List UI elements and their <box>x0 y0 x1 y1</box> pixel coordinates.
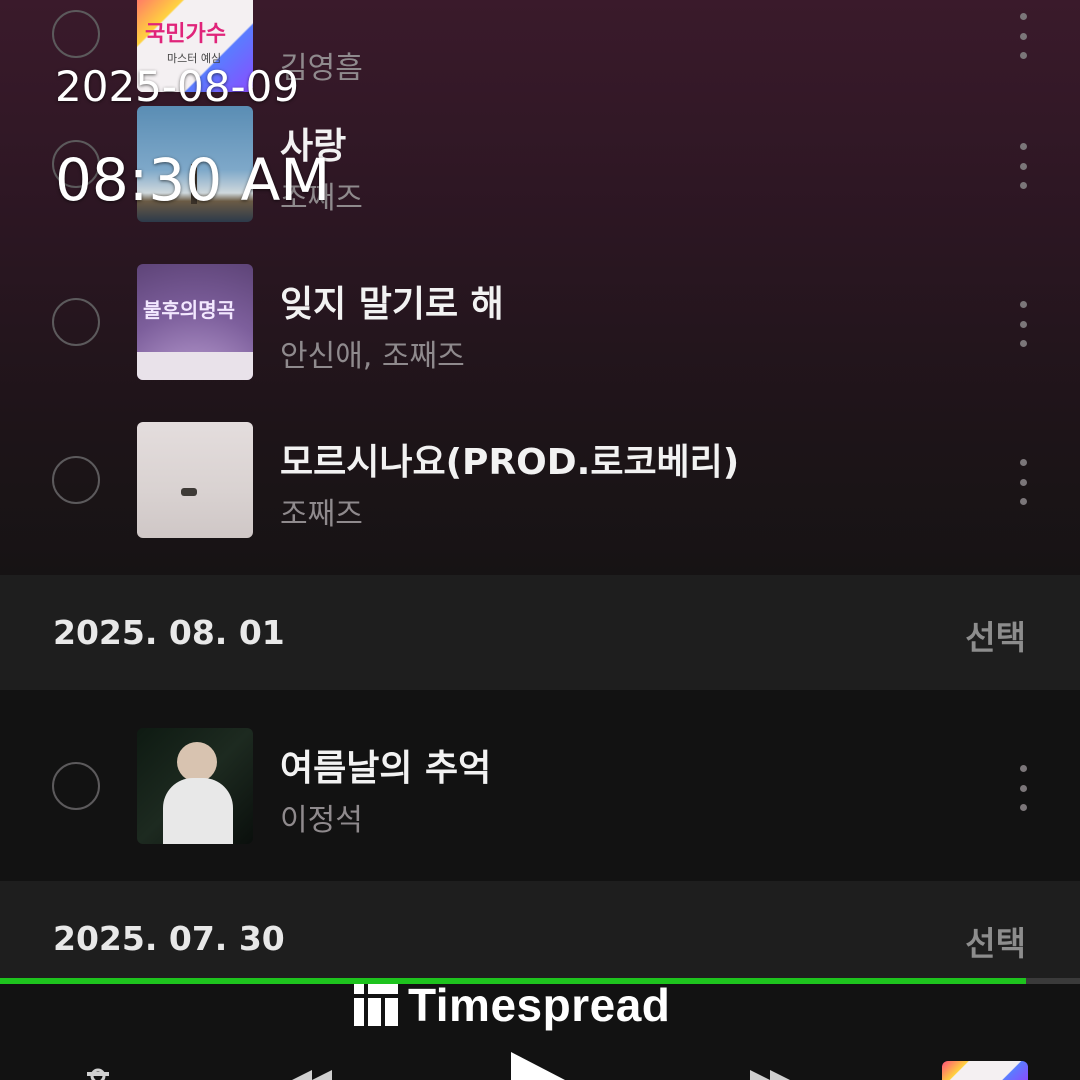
song-artist: 조째즈 <box>280 497 363 532</box>
cover-title: 국민가수 <box>145 22 226 47</box>
more-options-icon[interactable] <box>1008 765 1038 811</box>
more-options-icon[interactable] <box>1008 301 1038 347</box>
select-checkbox[interactable] <box>52 762 100 810</box>
album-thumbnail[interactable] <box>942 1061 1028 1080</box>
select-button[interactable]: 선택 <box>965 917 1026 965</box>
album-cover: 불후의명곡 <box>137 264 253 380</box>
song-artist: 안신애, 조째즈 <box>280 339 465 374</box>
song-title: 모르시나요(PROD.로코베리) <box>280 442 740 483</box>
song-title: 여름날의 추억 <box>280 748 492 789</box>
play-icon[interactable] <box>505 1050 575 1080</box>
section-date: 2025. 07. 30 <box>53 919 285 958</box>
section-date: 2025. 08. 01 <box>53 613 285 652</box>
brand-watermark: Timespread <box>354 979 670 1031</box>
cover-title: 불후의명곡 <box>143 298 235 322</box>
more-options-icon[interactable] <box>1008 143 1038 189</box>
select-checkbox[interactable] <box>52 298 100 346</box>
more-options-icon[interactable] <box>1008 459 1038 505</box>
album-cover <box>137 728 253 844</box>
album-cover <box>137 422 253 538</box>
brand-name: Timespread <box>408 979 671 1031</box>
date-section-header: 2025. 08. 01 선택 <box>0 575 1080 690</box>
song-title: 잊지 말기로 해 <box>280 284 504 325</box>
select-checkbox[interactable] <box>52 456 100 504</box>
list-item[interactable]: 여름날의 추억 이정석 <box>0 707 1080 865</box>
previous-icon[interactable] <box>282 1068 342 1080</box>
next-icon[interactable] <box>742 1068 802 1080</box>
song-artist: 이정석 <box>280 803 363 838</box>
select-checkbox[interactable] <box>52 10 100 58</box>
select-button[interactable]: 선택 <box>965 611 1026 659</box>
overlay-date: 2025-08-09 <box>55 62 300 111</box>
playlist-icon[interactable] <box>85 1066 115 1080</box>
date-section-header: 2025. 07. 30 선택 <box>0 881 1080 981</box>
overlay-time: 08:30 AM <box>55 146 331 214</box>
more-options-icon[interactable] <box>1008 13 1038 59</box>
list-item[interactable]: 모르시나요(PROD.로코베리) 조째즈 <box>0 401 1080 559</box>
list-item[interactable]: 불후의명곡 잊지 말기로 해 안신애, 조째즈 <box>0 243 1080 401</box>
brand-logo-icon <box>354 984 398 1026</box>
